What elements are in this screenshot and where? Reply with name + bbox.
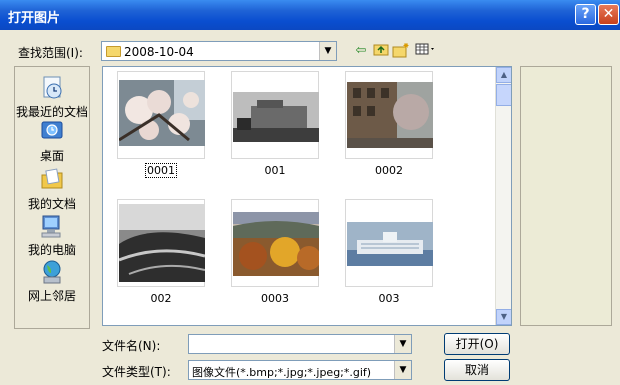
file-label[interactable]: 0001 bbox=[117, 163, 205, 178]
file-label[interactable]: 0002 bbox=[345, 164, 433, 177]
my-documents-icon bbox=[39, 167, 65, 193]
chevron-down-icon[interactable]: ▼ bbox=[394, 335, 411, 353]
filetype-label: 文件类型(T): bbox=[102, 365, 171, 379]
place-network[interactable]: 网上邻居 bbox=[15, 259, 89, 304]
file-thumbnail-001[interactable] bbox=[231, 71, 319, 159]
folder-icon bbox=[106, 46, 121, 57]
lookin-dropdown[interactable]: 2008-10-04 ▼ bbox=[101, 41, 337, 61]
file-label[interactable]: 001 bbox=[231, 164, 319, 177]
filetype-dropdown[interactable]: 图像文件(*.bmp;*.jpg;*.jpeg;*.gif) ▼ bbox=[188, 360, 412, 380]
scrollbar-thumb[interactable] bbox=[496, 84, 511, 106]
up-folder-icon[interactable] bbox=[372, 42, 390, 60]
file-thumbnail-002[interactable] bbox=[117, 199, 205, 287]
place-my-documents[interactable]: 我的文档 bbox=[15, 167, 89, 212]
lookin-label: 查找范围(I): bbox=[18, 46, 83, 60]
file-label[interactable]: 0003 bbox=[231, 292, 319, 305]
place-label-my-documents: 我的文档 bbox=[27, 197, 76, 211]
file-thumbnail-003[interactable] bbox=[345, 199, 433, 287]
scroll-up-icon[interactable]: ▲ bbox=[496, 67, 511, 83]
filename-input[interactable]: ▼ bbox=[188, 334, 412, 354]
place-label-recent: 我最近的文档 bbox=[15, 105, 88, 119]
title-bar[interactable]: 打开图片 ? ✕ bbox=[0, 0, 620, 30]
white-building-blue-image bbox=[347, 222, 433, 266]
preview-pane bbox=[520, 66, 612, 326]
place-label-desktop: 桌面 bbox=[39, 149, 64, 163]
old-building-trees-image bbox=[347, 82, 433, 148]
mountain-road-bw-image bbox=[119, 204, 205, 282]
help-button[interactable]: ? bbox=[575, 4, 596, 25]
file-label[interactable]: 003 bbox=[345, 292, 433, 305]
window-title: 打开图片 bbox=[8, 11, 61, 26]
views-menu-icon[interactable] bbox=[414, 42, 438, 60]
cherry-blossom-image bbox=[119, 80, 205, 146]
chevron-down-icon[interactable]: ▼ bbox=[319, 42, 336, 60]
file-thumbnail-0001[interactable] bbox=[117, 71, 205, 159]
place-recent-documents[interactable]: 我最近的文档 bbox=[15, 75, 89, 120]
autumn-trees-image bbox=[233, 212, 319, 276]
file-list[interactable]: 0001 001 0002 002 0003 003 ▲ ▼ bbox=[102, 66, 512, 326]
file-thumbnail-0002[interactable] bbox=[345, 71, 433, 159]
open-image-dialog: 打开图片 ? ✕ 查找范围(I): 2008-10-04 ▼ ⇦ 我最近的文档 … bbox=[0, 0, 620, 385]
places-bar: 我最近的文档 桌面 我的文档 我的电脑 网上邻居 bbox=[14, 66, 90, 329]
open-button[interactable]: 打开(O) bbox=[444, 333, 510, 355]
place-label-my-computer: 我的电脑 bbox=[27, 243, 76, 257]
cancel-button[interactable]: 取消 bbox=[444, 359, 510, 381]
network-places-icon bbox=[39, 259, 65, 285]
place-label-network: 网上邻居 bbox=[27, 289, 76, 303]
recent-documents-icon bbox=[39, 75, 65, 101]
scroll-down-icon[interactable]: ▼ bbox=[496, 309, 511, 325]
file-label[interactable]: 002 bbox=[117, 292, 205, 305]
chevron-down-icon[interactable]: ▼ bbox=[394, 361, 411, 379]
vertical-scrollbar[interactable]: ▲ ▼ bbox=[495, 67, 511, 325]
campus-building-bw-image bbox=[233, 92, 319, 142]
new-folder-icon[interactable] bbox=[392, 42, 410, 60]
file-thumbnail-0003[interactable] bbox=[231, 199, 319, 287]
desktop-icon bbox=[39, 119, 65, 145]
lookin-value: 2008-10-04 bbox=[124, 45, 194, 59]
my-computer-icon bbox=[39, 213, 65, 239]
close-button[interactable]: ✕ bbox=[598, 4, 619, 25]
place-my-computer[interactable]: 我的电脑 bbox=[15, 213, 89, 258]
filename-label: 文件名(N): bbox=[102, 339, 161, 353]
place-desktop[interactable]: 桌面 bbox=[15, 119, 89, 164]
filetype-value: 图像文件(*.bmp;*.jpg;*.jpeg;*.gif) bbox=[192, 366, 372, 379]
back-arrow-icon[interactable]: ⇦ bbox=[352, 42, 370, 60]
